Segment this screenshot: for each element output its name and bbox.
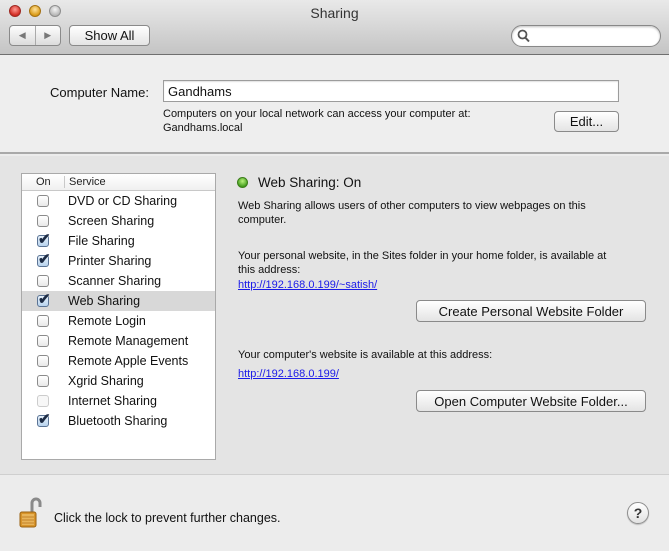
- lock-status-text: Click the lock to prevent further change…: [54, 511, 281, 525]
- checkmark-icon: ✔: [38, 411, 51, 428]
- service-name: Scanner Sharing: [68, 274, 162, 288]
- service-checkbox[interactable]: ✔: [37, 291, 51, 308]
- service-row-remote-login[interactable]: Remote Login: [22, 311, 215, 331]
- service-name: Remote Login: [68, 314, 146, 328]
- service-row-file-sharing[interactable]: ✔ File Sharing: [22, 231, 215, 251]
- forward-button[interactable]: ▶: [34, 26, 61, 45]
- service-name: Remote Management: [68, 334, 189, 348]
- service-name: Printer Sharing: [68, 254, 152, 268]
- service-checkbox[interactable]: [37, 215, 49, 227]
- help-icon: ?: [633, 505, 643, 521]
- forward-arrow-icon: ▶: [44, 30, 52, 40]
- checkmark-icon: ✔: [38, 231, 51, 248]
- service-row-printer-sharing[interactable]: ✔ Printer Sharing: [22, 251, 215, 271]
- search-field[interactable]: [511, 25, 661, 47]
- checkmark-icon: ✔: [38, 251, 51, 268]
- open-computer-website-folder-button[interactable]: Open Computer Website Folder...: [416, 390, 646, 412]
- show-all-button[interactable]: Show All: [69, 25, 150, 46]
- service-row-xgrid-sharing[interactable]: Xgrid Sharing: [22, 371, 215, 391]
- status-indicator-icon: [237, 177, 248, 188]
- computer-site-link[interactable]: http://192.168.0.199/: [238, 368, 339, 380]
- help-button[interactable]: ?: [627, 502, 649, 524]
- window-title: Sharing: [310, 5, 359, 21]
- edit-hostname-button[interactable]: Edit...: [554, 111, 619, 132]
- toolbar: Sharing ◀ ▶ Show All: [0, 0, 669, 55]
- column-header-service[interactable]: Service: [64, 176, 106, 188]
- service-description-line1: Web Sharing allows users of other comput…: [238, 200, 586, 212]
- service-name: Bluetooth Sharing: [68, 414, 168, 428]
- service-name: Internet Sharing: [68, 394, 157, 408]
- service-checkbox[interactable]: [37, 195, 49, 207]
- service-checkbox[interactable]: [37, 375, 49, 387]
- lock-button[interactable]: [17, 497, 47, 534]
- back-arrow-icon: ◀: [18, 30, 26, 40]
- computer-name-label: Computer Name:: [50, 85, 149, 100]
- service-checkbox: [37, 395, 49, 407]
- navigation-segment: ◀ ▶: [9, 25, 61, 46]
- service-name: Screen Sharing: [68, 214, 155, 228]
- personal-site-link[interactable]: http://192.168.0.199/~satish/: [238, 279, 377, 291]
- service-status: Web Sharing: On: [258, 175, 362, 190]
- service-checkbox[interactable]: [37, 355, 49, 367]
- service-name: Remote Apple Events: [68, 354, 189, 368]
- service-name: DVD or CD Sharing: [68, 194, 178, 208]
- service-name: Web Sharing: [68, 294, 141, 308]
- personal-site-text-line2: this address:: [238, 264, 301, 276]
- service-checkbox[interactable]: ✔: [37, 231, 51, 248]
- service-row-scanner-sharing[interactable]: Scanner Sharing: [22, 271, 215, 291]
- network-access-text: Computers on your local network can acce…: [163, 108, 471, 120]
- service-row-remote-apple-events[interactable]: Remote Apple Events: [22, 351, 215, 371]
- service-row-internet-sharing[interactable]: Internet Sharing: [22, 391, 215, 411]
- services-table: On Service DVD or CD Sharing Screen Shar…: [21, 173, 216, 460]
- computer-name-field[interactable]: Gandhams: [163, 80, 619, 102]
- service-name: File Sharing: [68, 234, 135, 248]
- service-checkbox[interactable]: ✔: [37, 411, 51, 428]
- service-row-web-sharing[interactable]: ✔ Web Sharing: [22, 291, 215, 311]
- service-checkbox[interactable]: ✔: [37, 251, 51, 268]
- create-personal-website-folder-button[interactable]: Create Personal Website Folder: [416, 300, 646, 322]
- search-icon: [517, 29, 530, 43]
- service-description-line2: computer.: [238, 214, 287, 226]
- checkmark-icon: ✔: [38, 291, 51, 308]
- service-row-remote-management[interactable]: Remote Management: [22, 331, 215, 351]
- service-row-screen-sharing[interactable]: Screen Sharing: [22, 211, 215, 231]
- back-button[interactable]: ◀: [10, 26, 35, 45]
- service-checkbox[interactable]: [37, 335, 49, 347]
- computer-site-text: Your computer's website is available at …: [238, 349, 493, 361]
- local-hostname: Gandhams.local: [163, 122, 243, 134]
- service-checkbox[interactable]: [37, 275, 49, 287]
- column-header-on[interactable]: On: [36, 176, 51, 188]
- service-name: Xgrid Sharing: [68, 374, 144, 388]
- computer-name-panel: [0, 55, 669, 154]
- service-row-dvd-or-cd-sharing[interactable]: DVD or CD Sharing: [22, 191, 215, 211]
- unlocked-padlock-icon: [19, 497, 42, 528]
- services-list: DVD or CD Sharing Screen Sharing ✔ File …: [22, 191, 215, 431]
- personal-site-text-line1: Your personal website, in the Sites fold…: [238, 250, 607, 262]
- service-checkbox[interactable]: [37, 315, 49, 327]
- table-header: On Service: [22, 174, 215, 191]
- service-row-bluetooth-sharing[interactable]: ✔ Bluetooth Sharing: [22, 411, 215, 431]
